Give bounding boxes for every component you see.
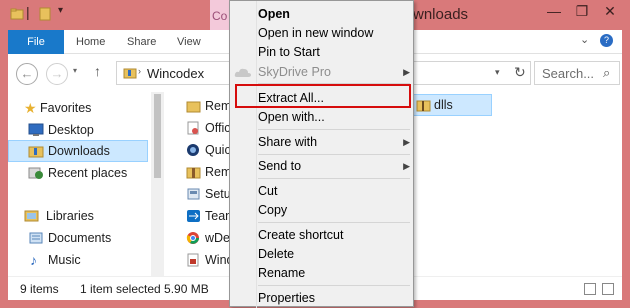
navigation-pane: ★ Favorites Desktop Downloads Recent pla…: [8, 92, 164, 276]
context-menu-gutter: [256, 1, 257, 308]
nav-item-music[interactable]: ♪ Music: [8, 249, 148, 271]
menu-item-properties[interactable]: Properties: [258, 288, 410, 308]
nav-item-recent-places[interactable]: Recent places: [8, 162, 148, 184]
menu-item-rename[interactable]: Rename: [258, 263, 410, 283]
menu-item-cut[interactable]: Cut: [258, 181, 410, 201]
ribbon-expand-icon[interactable]: ⌄: [580, 33, 589, 46]
submenu-arrow-icon: ▶: [403, 161, 410, 171]
menu-item-open-with[interactable]: Open with...: [258, 107, 410, 127]
contextual-tab-label[interactable]: Co: [210, 0, 230, 30]
selected-file-label: dlls: [434, 98, 453, 112]
nav-item-downloads[interactable]: Downloads: [8, 140, 148, 162]
selected-file-dlls[interactable]: dlls: [410, 94, 492, 116]
music-icon: ♪: [30, 252, 37, 268]
menu-item-share-with[interactable]: Share with ▶: [258, 132, 410, 152]
search-input[interactable]: Search... ⌕: [534, 61, 620, 85]
properties-icon[interactable]: [38, 7, 52, 21]
back-button[interactable]: ←: [16, 63, 38, 85]
breadcrumb-path[interactable]: Wincodex: [147, 66, 204, 81]
address-dropdown-icon[interactable]: ▾: [495, 67, 500, 78]
qat-dropdown-icon[interactable]: ▾: [58, 5, 63, 16]
menu-separator: [258, 154, 410, 155]
tab-file[interactable]: File: [8, 30, 64, 54]
breadcrumb-separator-icon[interactable]: ›: [138, 66, 141, 76]
status-items-count: 9 items: [20, 282, 59, 296]
nav-libraries[interactable]: Libraries: [8, 205, 148, 227]
submenu-arrow-icon: ▶: [403, 137, 410, 147]
menu-item-open-in-new-window[interactable]: Open in new window: [258, 23, 410, 43]
large-icons-view-icon[interactable]: [602, 283, 614, 295]
downloads-folder-icon: [28, 146, 44, 158]
menu-item-extract-all[interactable]: Extract All...: [258, 88, 410, 108]
chrome-icon: [186, 232, 199, 244]
skydrive-icon: [234, 68, 251, 77]
close-icon[interactable]: ✕: [596, 0, 624, 22]
star-icon: ★: [24, 100, 37, 116]
qat-separator: |: [26, 4, 30, 20]
libraries-icon: [24, 210, 39, 222]
menu-item-pin-to-start[interactable]: Pin to Start: [258, 42, 410, 62]
minimize-icon[interactable]: —: [540, 0, 568, 22]
nav-scrollbar-thumb[interactable]: [154, 94, 161, 178]
quicktime-icon: [187, 144, 199, 156]
nav-favorites[interactable]: ★ Favorites: [8, 97, 148, 119]
tab-view[interactable]: View: [175, 30, 203, 54]
menu-item-send-to[interactable]: Send to ▶: [258, 156, 410, 176]
setup-icon: [187, 188, 200, 200]
refresh-icon[interactable]: ↻: [514, 64, 526, 81]
archive-icon: [186, 167, 201, 179]
menu-separator: [258, 178, 410, 179]
search-placeholder: Search...: [542, 66, 595, 81]
folder-icon[interactable]: [10, 7, 24, 21]
windows-installer-icon: [187, 253, 199, 267]
menu-item-skydrive-pro-label: SkyDrive Pro: [258, 65, 331, 79]
menu-item-create-shortcut[interactable]: Create shortcut: [258, 225, 410, 245]
tab-share[interactable]: Share: [125, 30, 158, 54]
menu-item-open[interactable]: Open: [258, 4, 410, 24]
ribbon-right-controls: ⌄ ?: [578, 33, 618, 49]
recent-locations-icon[interactable]: ▾: [73, 66, 77, 75]
downloads-folder-icon: [123, 68, 137, 79]
help-icon[interactable]: ?: [600, 34, 613, 47]
menu-item-copy[interactable]: Copy: [258, 200, 410, 220]
menu-separator: [258, 285, 410, 286]
menu-separator: [258, 129, 410, 130]
menu-item-share-with-label: Share with: [258, 135, 318, 149]
zip-folder-icon: [416, 100, 431, 112]
menu-separator: [258, 222, 410, 223]
desktop-icon: [28, 123, 44, 136]
documents-icon: [29, 232, 43, 244]
teamviewer-icon: [187, 210, 200, 222]
window-title: wnloads: [413, 6, 469, 23]
submenu-arrow-icon: ▶: [403, 67, 410, 77]
office-installer-icon: [187, 121, 199, 135]
nav-item-desktop[interactable]: Desktop: [8, 119, 148, 141]
explorer-window: | ▾ Co wnloads — ❐ ✕ File Home Share Vie…: [0, 0, 630, 308]
tab-home[interactable]: Home: [74, 30, 107, 54]
up-icon[interactable]: ↑: [94, 63, 101, 79]
nav-item-documents[interactable]: Documents: [8, 227, 148, 249]
menu-item-skydrive-pro[interactable]: SkyDrive Pro ▶: [258, 62, 410, 82]
details-view-icon[interactable]: [584, 283, 596, 295]
search-icon[interactable]: ⌕: [603, 65, 610, 81]
menu-item-send-to-label: Send to: [258, 159, 302, 173]
forward-button[interactable]: →: [46, 63, 68, 85]
maximize-icon[interactable]: ❐: [568, 0, 596, 22]
folder-icon: [186, 101, 201, 113]
menu-item-delete[interactable]: Delete: [258, 244, 410, 264]
context-menu: Open Open in new window Pin to Start Sky…: [229, 0, 414, 308]
status-selection: 1 item selected 5.90 MB: [80, 282, 209, 296]
recent-places-icon: [28, 167, 43, 179]
